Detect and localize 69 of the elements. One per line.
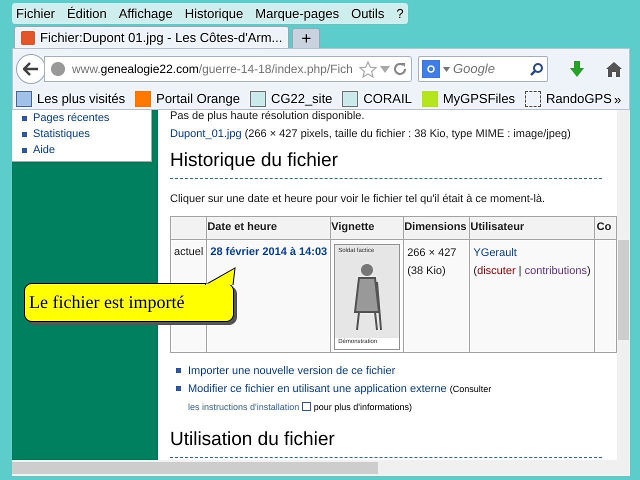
star-icon[interactable]	[358, 60, 377, 78]
home-icon[interactable]	[606, 62, 622, 76]
search-icon[interactable]	[530, 62, 544, 76]
column-header: Co	[594, 216, 616, 239]
sidebar-link[interactable]: Pages récentes	[33, 110, 110, 126]
bullet-icon	[22, 132, 27, 136]
scrollbar-thumb[interactable]	[618, 240, 629, 340]
resolution-note: Pas de plus haute résolution disponible.	[170, 110, 366, 123]
column-header: Dimensions	[404, 216, 470, 239]
horizontal-scrollbar[interactable]	[12, 460, 630, 476]
section-heading: Utilisation du fichier	[170, 426, 602, 458]
overflow-chevron[interactable]: »	[614, 90, 622, 110]
bullet-icon	[176, 368, 181, 372]
portal-logo-icon	[135, 90, 152, 107]
column-header: Vignette	[330, 216, 404, 239]
bookmark-link[interactable]: MyGPSFiles	[442, 89, 516, 108]
dropdown-icon[interactable]	[380, 66, 390, 72]
sidebar-link[interactable]: Aide	[33, 142, 56, 158]
bookmark-link[interactable]: Les plus visités	[37, 89, 126, 108]
table-cell: actuel	[174, 246, 204, 258]
column-header: Utilisateur	[470, 216, 594, 239]
table-cell-text: (38 Kio)	[407, 264, 447, 278]
date-link[interactable]: 28 février 2014 à 14:03	[210, 246, 328, 258]
dashed-square-icon	[525, 90, 542, 107]
browser-tab[interactable]: Fichier:Dupont 01.jpg - Les Côtes-d'Arm...	[14, 26, 290, 49]
globe-icon	[51, 62, 65, 76]
parenthesis: (	[473, 264, 478, 276]
separator: |	[518, 264, 523, 276]
table-cell-text: 266 × 427	[407, 246, 458, 260]
menu-item[interactable]: Édition	[67, 4, 107, 24]
bullet-icon	[22, 148, 27, 152]
instructions-link[interactable]: les instructions d'installation	[188, 402, 300, 412]
reload-icon[interactable]	[392, 62, 407, 76]
user-link[interactable]: YGerault	[473, 244, 591, 262]
file-info: Dupont_01.jpg (266 × 427 pixels, taille du fichier : 38 Kio, type MIME : image/jpeg)	[170, 127, 572, 142]
file-link[interactable]: Dupont_01.jpg	[170, 128, 242, 140]
menu-item[interactable]: Affichage	[118, 4, 173, 24]
menu-item[interactable]: Historique	[184, 4, 244, 24]
bookmark-link[interactable]: Portail Orange	[156, 89, 240, 108]
external-link-icon	[302, 402, 312, 412]
parenthesis: )	[586, 264, 591, 276]
action-link[interactable]: Importer une nouvelle version de ce fichier	[188, 362, 396, 380]
callout-text: Le fichier est importé	[29, 291, 184, 314]
vertical-scrollbar[interactable]	[617, 110, 630, 460]
dropdown-icon[interactable]	[443, 66, 450, 72]
menu-item[interactable]: Outils	[351, 4, 384, 24]
action-text: Modifier ce fichier en utilisant une application externe (Consulter les instructions d'installation pour plus d'informations)	[188, 382, 492, 414]
contributions-link[interactable]: contributions	[524, 264, 587, 276]
search-input[interactable]: Google	[453, 59, 527, 79]
menu-item[interactable]: ?	[396, 4, 404, 24]
section-heading: Historique du fichier	[170, 146, 602, 179]
intro-text: Cliquer sur une date et heure pour voir le fichier tel qu'il était à ce moment-là.	[170, 192, 546, 207]
left-arrow-icon	[23, 62, 39, 76]
bullet-icon	[22, 116, 27, 120]
bullet-icon	[176, 386, 181, 390]
column-header: Date et heure	[206, 216, 331, 239]
bookmark-link[interactable]: CG22_site	[270, 89, 332, 108]
bookmark-link[interactable]: CORAIL	[363, 89, 412, 108]
sidebar-link[interactable]: Statistiques	[33, 126, 90, 142]
bookmark-link[interactable]: RandoGPS	[546, 89, 612, 108]
browser-tab[interactable]: +	[292, 28, 320, 49]
url-text: www.genealogie22.com/guerre-14-18/index.php/Fich	[72, 61, 353, 78]
menu-item[interactable]: Fichier	[16, 4, 56, 24]
download-icon[interactable]	[570, 61, 584, 77]
search-field[interactable]: Google	[418, 56, 548, 82]
scrollbar-thumb[interactable]	[12, 462, 378, 474]
address-bar[interactable]: www.genealogie22.com/guerre-14-18/index.php/Fich	[44, 56, 412, 82]
talk-link[interactable]: discuter	[477, 264, 516, 276]
menu-item[interactable]: Marque-pages	[255, 4, 340, 24]
